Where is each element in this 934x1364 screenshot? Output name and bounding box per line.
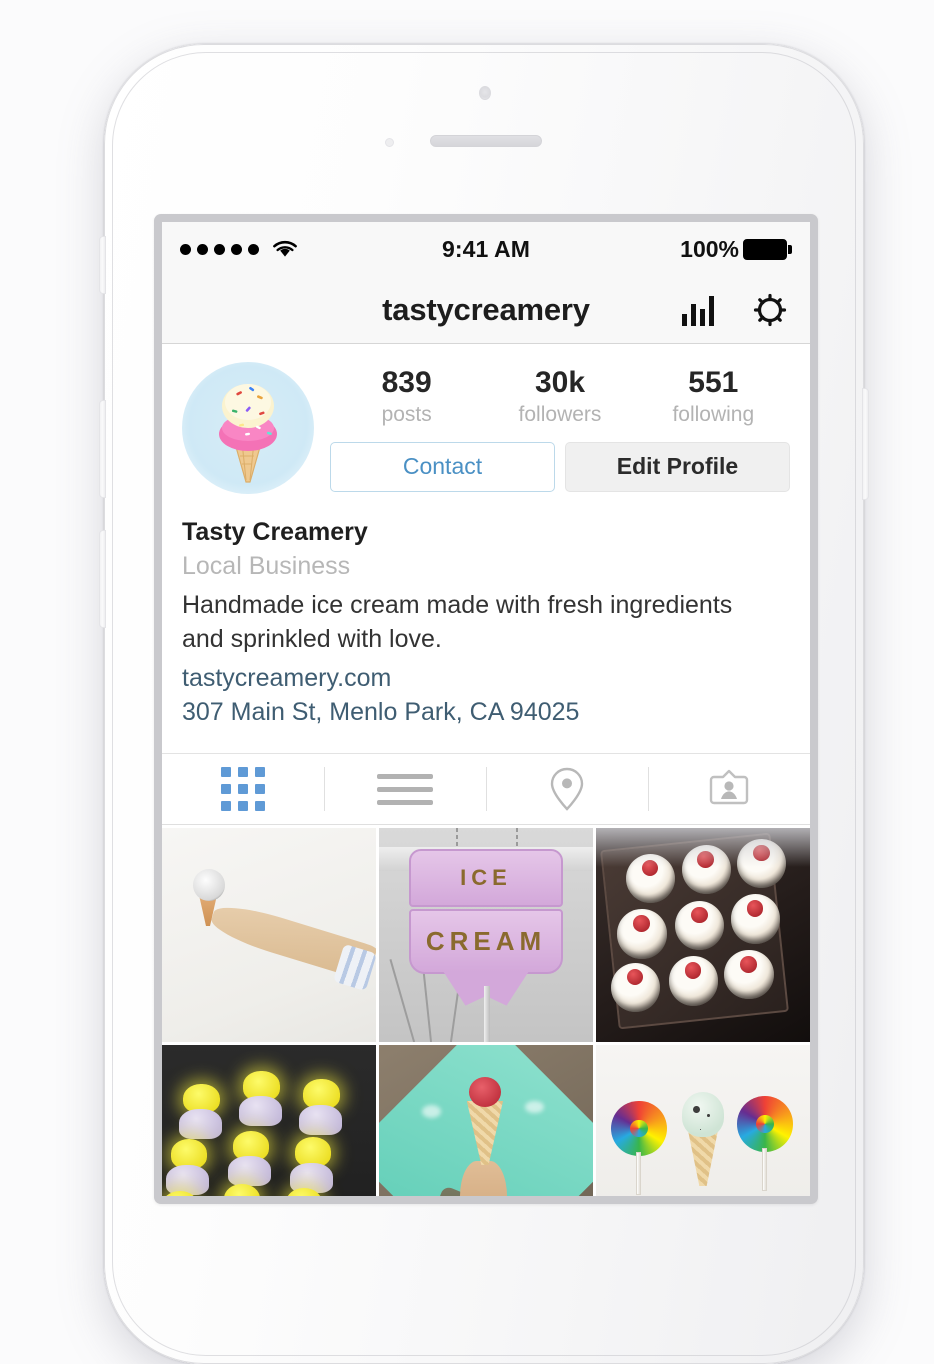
- grid-icon: [221, 767, 265, 811]
- tab-list[interactable]: [324, 754, 486, 824]
- nav-actions: [682, 290, 790, 330]
- tab-map[interactable]: [486, 754, 648, 824]
- stat-followers-label: followers: [518, 402, 602, 426]
- photo-tile-hand-holding-cone[interactable]: [162, 828, 376, 1042]
- profile-right-column: 839 posts 30k followers 551 following Co…: [314, 360, 790, 494]
- profile-header: 839 posts 30k followers 551 following Co…: [162, 344, 810, 494]
- stat-posts-value: 839: [381, 366, 432, 399]
- address-link[interactable]: 307 Main St, Menlo Park, CA 94025: [182, 696, 790, 729]
- profile-action-buttons: Contact Edit Profile: [330, 441, 790, 492]
- contact-button[interactable]: Contact: [330, 441, 555, 492]
- status-bar: 9:41 AM 100%: [162, 222, 810, 276]
- photo-tile-yellow-peeps-cupcakes[interactable]: [162, 1045, 376, 1196]
- bio-block: Tasty Creamery Local Business Handmade i…: [162, 494, 810, 729]
- website-link[interactable]: tastycreamery.com: [182, 662, 790, 695]
- power-button[interactable]: [862, 388, 869, 500]
- photo-tile-chocolate-cherry-cupcakes[interactable]: [596, 828, 810, 1042]
- photo-tile-cone-on-teal-background[interactable]: [379, 1045, 593, 1196]
- phone-screen: 9:41 AM 100% tastycreamery 839 posts 30k…: [162, 222, 810, 1196]
- business-name: Tasty Creamery: [182, 518, 368, 546]
- stat-following-value: 551: [688, 366, 739, 399]
- gear-icon[interactable]: [750, 290, 790, 330]
- stats-row: 839 posts 30k followers 551 following: [330, 360, 790, 428]
- list-icon: [377, 773, 433, 805]
- avatar-artwork: [219, 384, 277, 483]
- stat-following-label: following: [672, 402, 755, 426]
- wifi-icon: [273, 240, 297, 257]
- volume-down-button[interactable]: [99, 530, 106, 628]
- battery-full-icon: [743, 238, 792, 260]
- tab-tagged[interactable]: [648, 754, 810, 824]
- stat-followers-value: 30k: [534, 366, 586, 399]
- bar-chart-icon[interactable]: [682, 294, 714, 326]
- photo-tile-rainbow-lollipops-and-mint-cone[interactable]: [596, 1045, 810, 1196]
- stat-followers[interactable]: 30k followers: [483, 366, 636, 428]
- bio-description: Handmade ice cream made with fresh ingre…: [182, 591, 733, 653]
- profile-tab-bar: [162, 753, 810, 825]
- photo-grid: ICE CREAM: [162, 828, 810, 1196]
- ice-cream-cone-avatar[interactable]: [182, 362, 314, 494]
- proximity-sensor-icon: [385, 138, 394, 147]
- front-camera-icon: [479, 86, 491, 100]
- sign-text-line1: ICE: [408, 849, 564, 908]
- stat-following[interactable]: 551 following: [637, 366, 790, 428]
- tagged-badge-icon: [709, 769, 749, 805]
- edit-profile-button[interactable]: Edit Profile: [565, 441, 790, 492]
- volume-up-button[interactable]: [99, 400, 106, 498]
- mute-switch[interactable]: [99, 236, 106, 294]
- battery-percent-label: 100%: [680, 235, 739, 262]
- map-pin-icon: [550, 767, 584, 811]
- stat-posts[interactable]: 839 posts: [330, 366, 483, 428]
- business-category: Local Business: [182, 552, 351, 580]
- nav-bar: tastycreamery: [162, 276, 810, 344]
- status-bar-right: 100%: [680, 236, 792, 263]
- stat-posts-label: posts: [381, 402, 432, 426]
- earpiece-speaker: [430, 135, 542, 147]
- sign-text-line2: CREAM: [408, 909, 564, 974]
- photo-tile-ice-cream-sign[interactable]: ICE CREAM: [379, 828, 593, 1042]
- signal-strength-icon: [180, 243, 259, 255]
- tab-grid[interactable]: [162, 754, 324, 824]
